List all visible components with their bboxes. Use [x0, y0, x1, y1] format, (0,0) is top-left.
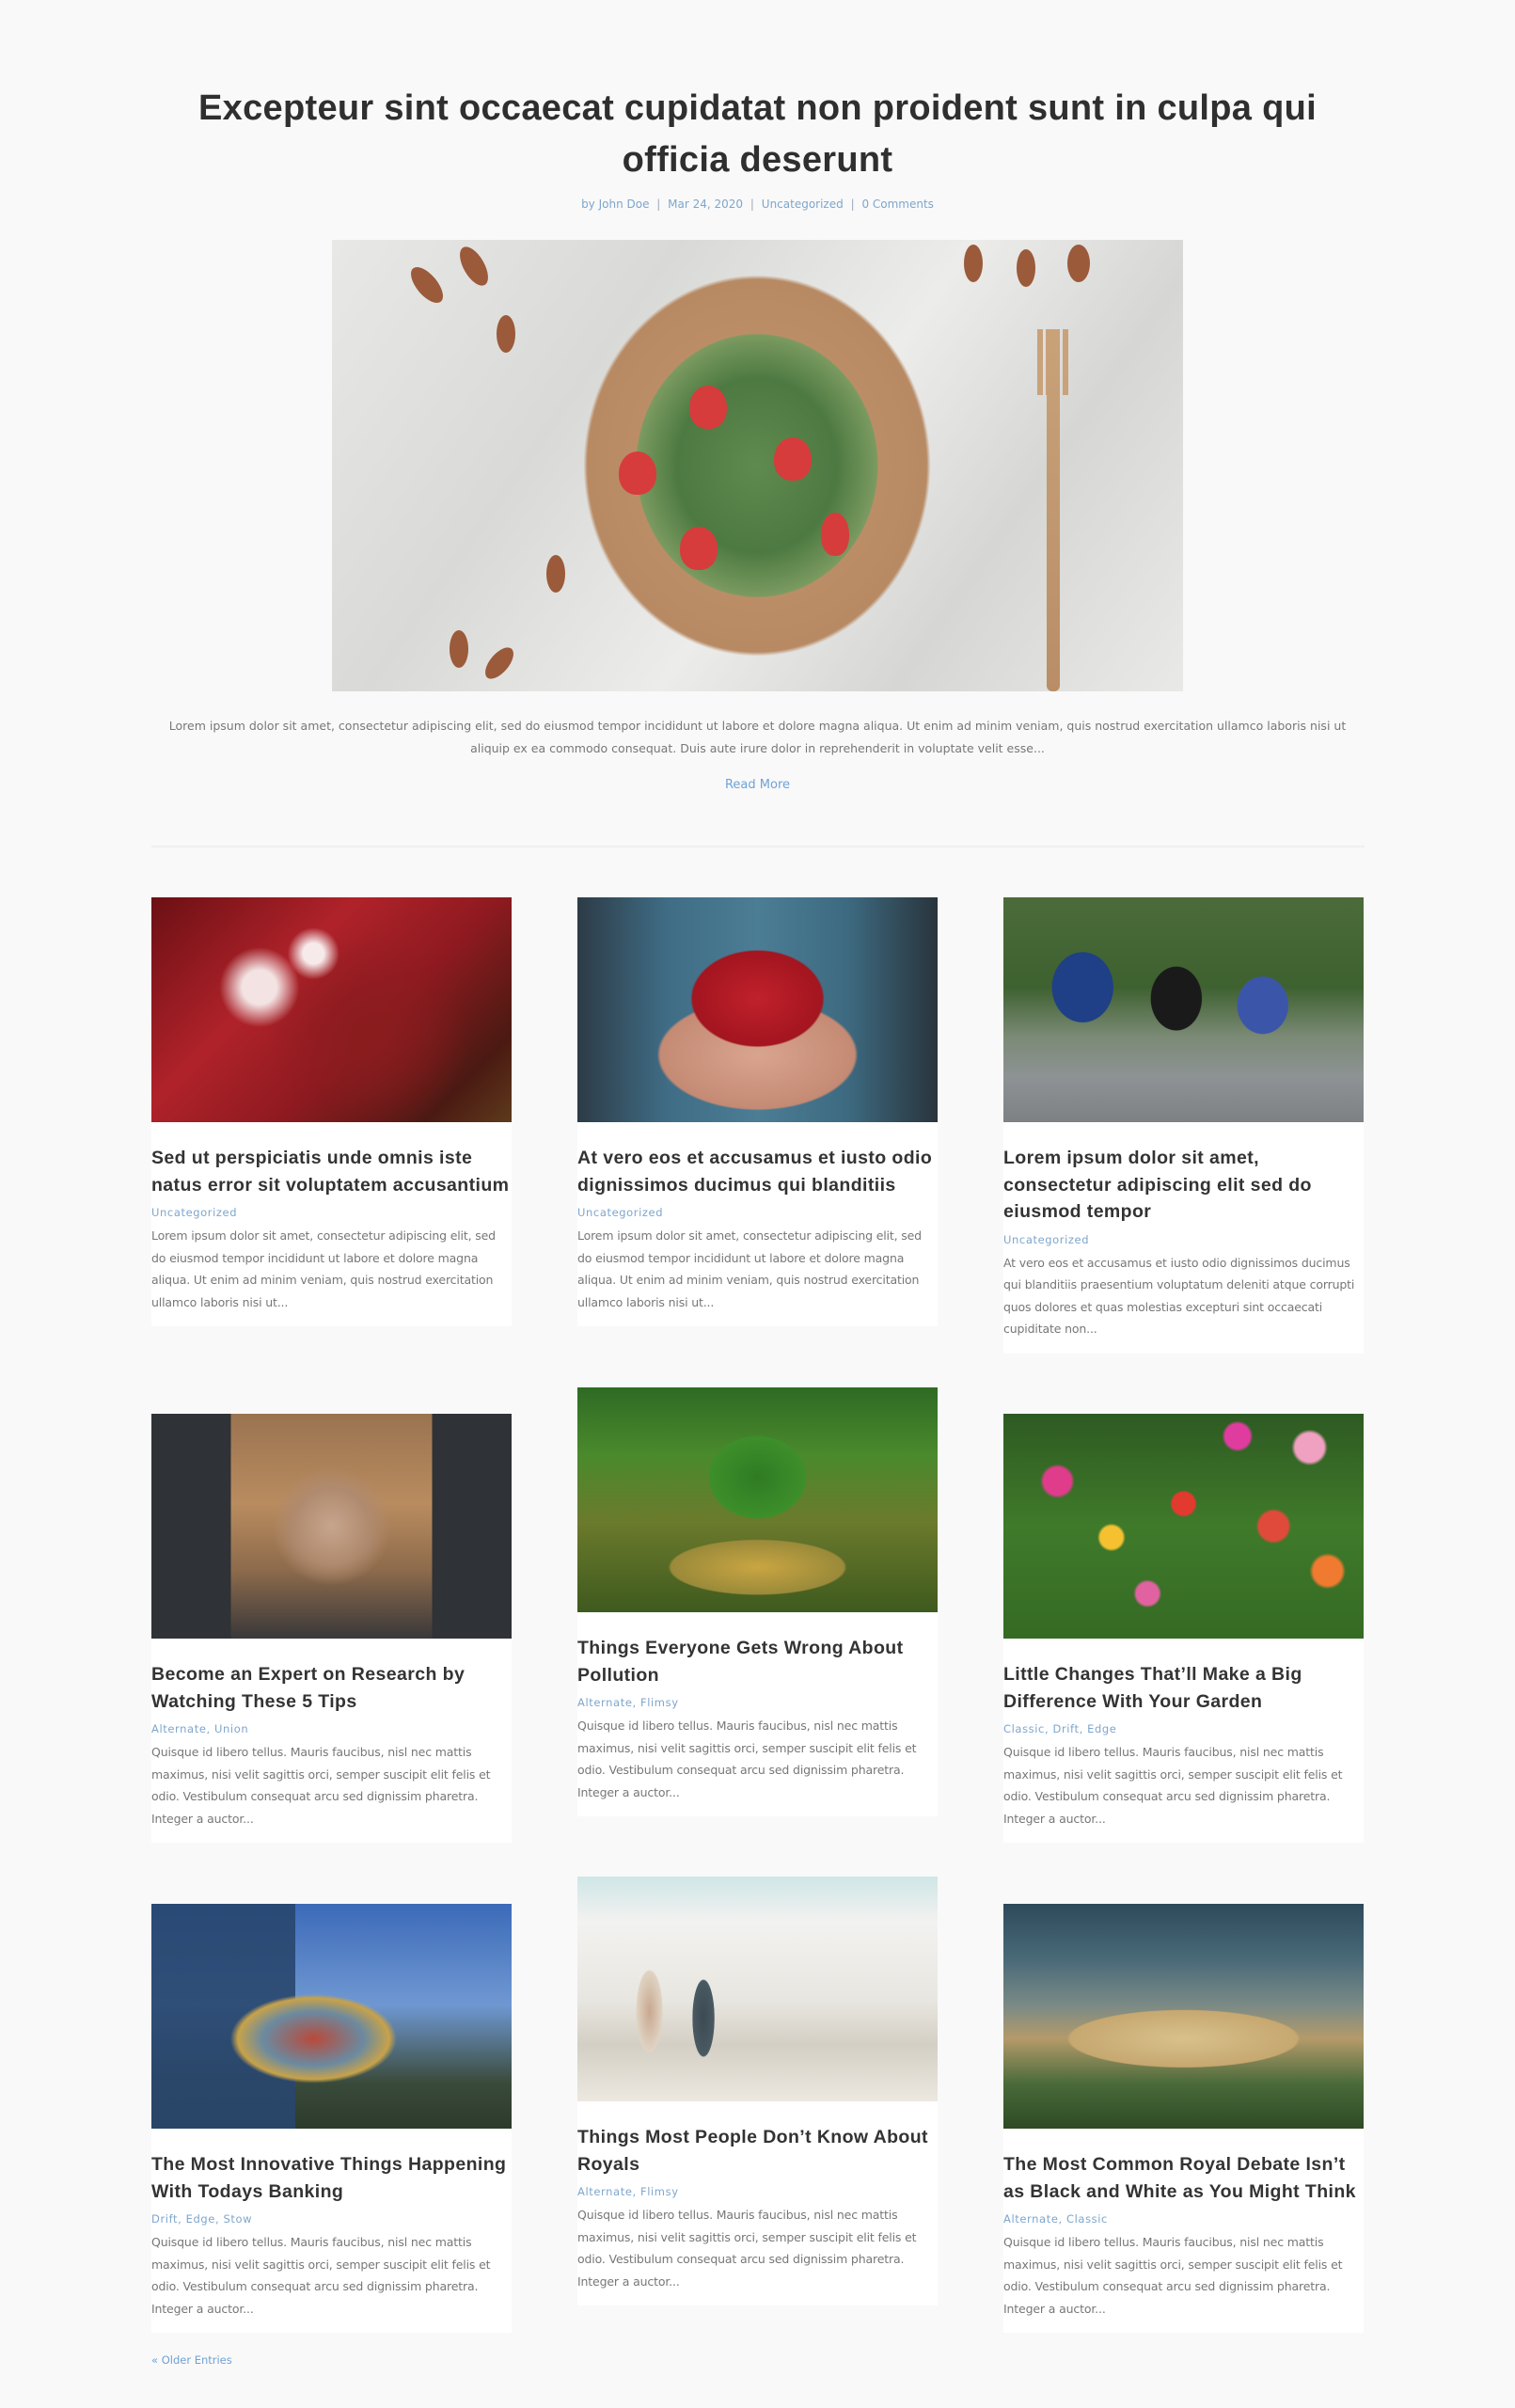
post-excerpt: Quisque id libero tellus. Mauris faucibu…: [151, 2235, 491, 2316]
post-card-body: The Most Innovative Things Happening Wit…: [151, 2129, 512, 2333]
featured-post-excerpt: Lorem ipsum dolor sit amet, consectetur …: [168, 719, 1347, 755]
post-card-body: Sed ut perspiciatis unde omnis iste natu…: [151, 1122, 512, 1326]
post-thumbnail-beach-couple[interactable]: [577, 1877, 938, 2101]
post-thumbnail-palace[interactable]: [1003, 1904, 1364, 2129]
post-categories[interactable]: Alternate, Flimsy: [577, 1696, 938, 1709]
strawberry-decoration: [689, 386, 727, 429]
almond-decoration: [450, 630, 468, 668]
post-card: Lorem ipsum dolor sit amet, consectetur …: [1003, 897, 1364, 1354]
post-thumbnail-tree[interactable]: [577, 1387, 938, 1612]
post-card: Sed ut perspiciatis unde omnis iste natu…: [151, 897, 512, 1326]
post-thumbnail-strawberries[interactable]: [577, 897, 938, 1122]
meta-separator: |: [850, 198, 855, 211]
post-title[interactable]: Things Most People Don’t Know About Roya…: [577, 2124, 938, 2178]
post-card-body: Things Most People Don’t Know About Roya…: [577, 2101, 938, 2305]
featured-post-image[interactable]: [332, 240, 1183, 691]
read-more-link[interactable]: Read More: [725, 778, 790, 792]
post-title[interactable]: Sed ut perspiciatis unde omnis iste natu…: [151, 1145, 512, 1198]
almond-decoration: [1017, 249, 1035, 287]
post-title[interactable]: Things Everyone Gets Wrong About Polluti…: [577, 1635, 938, 1688]
post-excerpt: Lorem ipsum dolor sit amet, consectetur …: [151, 1228, 496, 1309]
post-categories[interactable]: Alternate, Union: [151, 1722, 512, 1735]
post-excerpt: Quisque id libero tellus. Mauris faucibu…: [1003, 2235, 1343, 2316]
older-entries-link[interactable]: « Older Entries: [151, 2353, 232, 2367]
strawberry-decoration: [680, 527, 718, 570]
post-card: Become an Expert on Research by Watching…: [151, 1414, 512, 1843]
post-date: Mar 24, 2020: [668, 198, 744, 211]
post-categories[interactable]: Alternate, Flimsy: [577, 2185, 938, 2198]
post-card: Little Changes That’ll Make a Big Differ…: [1003, 1414, 1364, 1843]
author-link[interactable]: by John Doe: [581, 198, 649, 211]
pecan-decoration: [404, 261, 450, 309]
almond-decoration: [497, 315, 515, 353]
post-title[interactable]: At vero eos et accusamus et iusto odio d…: [577, 1145, 938, 1198]
post-thumbnail-wildflowers[interactable]: [1003, 1414, 1364, 1639]
post-card: Things Everyone Gets Wrong About Polluti…: [577, 1387, 938, 1816]
post-card: The Most Common Royal Debate Isn’t as Bl…: [1003, 1904, 1364, 2333]
post-card: Things Most People Don’t Know About Roya…: [577, 1877, 938, 2305]
post-title[interactable]: The Most Common Royal Debate Isn’t as Bl…: [1003, 2151, 1364, 2205]
post-card-body: Things Everyone Gets Wrong About Polluti…: [577, 1612, 938, 1816]
almond-decoration: [480, 642, 519, 684]
post-excerpt: Quisque id libero tellus. Mauris faucibu…: [151, 1745, 491, 1826]
post-card-body: At vero eos et accusamus et iusto odio d…: [577, 1122, 938, 1326]
post-card-body: Little Changes That’ll Make a Big Differ…: [1003, 1639, 1364, 1843]
post-excerpt: Quisque id libero tellus. Mauris faucibu…: [577, 2208, 917, 2289]
meta-separator: |: [750, 198, 754, 211]
post-categories[interactable]: Classic, Drift, Edge: [1003, 1722, 1364, 1735]
strawberry-decoration: [774, 437, 812, 481]
comments-link[interactable]: 0 Comments: [861, 198, 934, 211]
almond-decoration: [546, 555, 565, 593]
post-title[interactable]: Little Changes That’ll Make a Big Differ…: [1003, 1661, 1364, 1715]
featured-post-meta: by John Doe | Mar 24, 2020 | Uncategoriz…: [0, 198, 1515, 211]
post-excerpt: At vero eos et accusamus et iusto odio d…: [1003, 1255, 1355, 1337]
featured-post-title[interactable]: Excepteur sint occaecat cupidatat non pr…: [141, 83, 1374, 186]
category-link[interactable]: Uncategorized: [762, 198, 844, 211]
pecan-decoration: [453, 242, 495, 291]
post-categories[interactable]: Drift, Edge, Stow: [151, 2212, 512, 2226]
post-card-body: Lorem ipsum dolor sit amet, consectetur …: [1003, 1122, 1364, 1354]
pagination: « Older Entries: [151, 2353, 232, 2367]
strawberry-decoration: [619, 452, 656, 495]
section-divider: [151, 846, 1365, 848]
post-card-body: The Most Common Royal Debate Isn’t as Bl…: [1003, 2129, 1364, 2333]
post-categories[interactable]: Alternate, Classic: [1003, 2212, 1364, 2226]
post-title[interactable]: Lorem ipsum dolor sit amet, consectetur …: [1003, 1145, 1364, 1226]
post-categories[interactable]: Uncategorized: [577, 1206, 938, 1219]
post-categories[interactable]: Uncategorized: [1003, 1233, 1364, 1246]
meta-separator: |: [656, 198, 661, 211]
pecan-decoration: [1067, 245, 1090, 282]
pecan-decoration: [964, 245, 983, 282]
post-excerpt: Quisque id libero tellus. Mauris faucibu…: [577, 1719, 917, 1799]
post-title[interactable]: Become an Expert on Research by Watching…: [151, 1661, 512, 1715]
post-card: The Most Innovative Things Happening Wit…: [151, 1904, 512, 2333]
post-thumbnail-red-leaves[interactable]: [151, 897, 512, 1122]
strawberry-decoration: [821, 513, 849, 556]
post-thumbnail-cyclists[interactable]: [1003, 897, 1364, 1122]
post-categories[interactable]: Uncategorized: [151, 1206, 512, 1219]
post-thumbnail-sculpture[interactable]: [151, 1904, 512, 2129]
post-title[interactable]: The Most Innovative Things Happening Wit…: [151, 2151, 512, 2205]
post-card-body: Become an Expert on Research by Watching…: [151, 1639, 512, 1843]
read-more-container: Read More: [0, 778, 1515, 792]
wooden-fork: [1047, 329, 1060, 691]
post-excerpt: Quisque id libero tellus. Mauris faucibu…: [1003, 1745, 1343, 1826]
post-card: At vero eos et accusamus et iusto odio d…: [577, 897, 938, 1326]
post-thumbnail-team-hands[interactable]: [151, 1414, 512, 1639]
post-excerpt: Lorem ipsum dolor sit amet, consectetur …: [577, 1228, 922, 1309]
